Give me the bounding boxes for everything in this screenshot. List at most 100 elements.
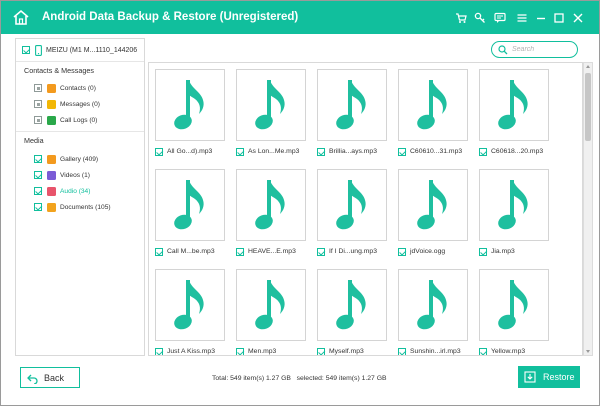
call-logs-icon — [47, 115, 56, 125]
file-thumbnail[interactable] — [398, 269, 468, 341]
restore-label: Restore — [543, 372, 575, 382]
music-note-icon — [336, 80, 366, 130]
file-thumbnail[interactable] — [479, 269, 549, 341]
file-tile[interactable]: All Go...d).mp3 — [155, 69, 225, 159]
file-thumbnail[interactable] — [317, 169, 387, 241]
vertical-scrollbar[interactable] — [583, 62, 593, 356]
file-label-row: Call M...be.mp3 — [155, 246, 245, 257]
music-note-icon — [174, 80, 204, 130]
device-checkbox[interactable] — [22, 46, 30, 54]
audio-icon — [47, 186, 56, 196]
file-checkbox[interactable] — [155, 247, 163, 256]
file-name: Sunshin...irl.mp3 — [410, 348, 461, 355]
scroll-up-arrow[interactable] — [586, 65, 590, 68]
cart-icon[interactable] — [455, 12, 467, 24]
back-label: Back — [44, 373, 65, 383]
file-thumbnail[interactable] — [155, 69, 225, 141]
key-icon[interactable] — [474, 12, 486, 24]
videos-checkbox[interactable] — [34, 171, 42, 179]
music-note-icon — [336, 180, 366, 230]
restore-button[interactable]: Restore — [518, 366, 580, 388]
file-tile[interactable]: Yellow.mp3 — [479, 269, 549, 355]
back-button[interactable]: Back — [20, 367, 80, 388]
file-checkbox[interactable] — [479, 147, 487, 156]
sidebar-item-audio[interactable]: Audio (34) — [34, 185, 90, 197]
sidebar-item-videos[interactable]: Videos (1) — [34, 169, 90, 181]
file-name: Yellow.mp3 — [491, 348, 526, 355]
file-tile[interactable]: Men.mp3 — [236, 269, 306, 355]
file-thumbnail[interactable] — [236, 169, 306, 241]
file-thumbnail[interactable] — [236, 269, 306, 341]
home-icon[interactable] — [12, 9, 30, 26]
file-tile[interactable]: Myself.mp3 — [317, 269, 387, 355]
file-checkbox[interactable] — [155, 347, 163, 355]
file-tile[interactable]: jdVoice.ogg — [398, 169, 468, 259]
call-logs-checkbox[interactable] — [34, 116, 42, 124]
file-thumbnail[interactable] — [479, 169, 549, 241]
file-tile[interactable]: Call M...be.mp3 — [155, 169, 225, 259]
file-tile[interactable]: As Lon...Me.mp3 — [236, 69, 306, 159]
sidebar-item-label: Documents (105) — [60, 203, 111, 211]
file-checkbox[interactable] — [155, 147, 163, 156]
file-tile[interactable]: Jia.mp3 — [479, 169, 549, 259]
file-thumbnail[interactable] — [479, 69, 549, 141]
file-checkbox[interactable] — [479, 247, 487, 256]
minimize-icon[interactable] — [535, 12, 547, 24]
file-tile[interactable]: C60618...20.mp3 — [479, 69, 549, 159]
scroll-down-arrow[interactable] — [586, 350, 590, 353]
file-checkbox[interactable] — [398, 347, 406, 355]
file-tile[interactable]: If I Di...ung.mp3 — [317, 169, 387, 259]
search-box[interactable] — [491, 41, 578, 58]
scroll-thumb[interactable] — [585, 73, 591, 141]
file-name: jdVoice.ogg — [410, 248, 446, 255]
file-thumbnail[interactable] — [155, 269, 225, 341]
file-thumbnail[interactable] — [398, 69, 468, 141]
menu-icon[interactable] — [516, 12, 528, 24]
file-checkbox[interactable] — [398, 247, 406, 256]
audio-checkbox[interactable] — [34, 187, 42, 195]
file-checkbox[interactable] — [479, 347, 487, 355]
videos-icon — [47, 170, 56, 180]
file-checkbox[interactable] — [317, 147, 325, 156]
sidebar-item-contacts[interactable]: Contacts (0) — [34, 82, 96, 94]
sidebar-item-label: Contacts (0) — [60, 84, 96, 92]
file-checkbox[interactable] — [236, 147, 244, 156]
search-input[interactable] — [512, 44, 574, 55]
contacts-checkbox[interactable] — [34, 84, 42, 92]
file-checkbox[interactable] — [398, 147, 406, 156]
file-checkbox[interactable] — [236, 347, 244, 355]
feedback-icon[interactable] — [494, 12, 506, 24]
file-thumbnail[interactable] — [155, 169, 225, 241]
device-selector[interactable]: MEIZU (M1 M...1110_144206 — [22, 44, 137, 56]
sidebar-item-gallery[interactable]: Gallery (409) — [34, 153, 98, 165]
file-tile[interactable]: C60610...31.mp3 — [398, 69, 468, 159]
sidebar-item-documents[interactable]: Documents (105) — [34, 201, 111, 213]
music-note-icon — [255, 280, 285, 330]
restore-icon — [524, 371, 536, 383]
file-tile[interactable]: Brillia...ays.mp3 — [317, 69, 387, 159]
sidebar-item-call-logs[interactable]: Call Logs (0) — [34, 114, 97, 126]
file-tile[interactable]: HEAVE...E.mp3 — [236, 169, 306, 259]
maximize-icon[interactable] — [553, 12, 565, 24]
file-checkbox[interactable] — [236, 247, 244, 256]
file-tile[interactable]: Sunshin...irl.mp3 — [398, 269, 468, 355]
file-tile[interactable]: Just A Kiss.mp3 — [155, 269, 225, 355]
phone-icon — [35, 44, 42, 56]
close-icon[interactable] — [572, 12, 584, 24]
file-checkbox[interactable] — [317, 247, 325, 256]
sidebar-item-messages[interactable]: Messages (0) — [34, 98, 100, 110]
sidebar-item-label: Gallery (409) — [60, 155, 99, 163]
file-label-row: All Go...d).mp3 — [155, 146, 245, 157]
file-name: Men.mp3 — [248, 348, 277, 355]
file-checkbox[interactable] — [317, 347, 325, 355]
file-thumbnail[interactable] — [398, 169, 468, 241]
documents-checkbox[interactable] — [34, 203, 42, 211]
file-name: Call M...be.mp3 — [167, 248, 215, 255]
file-thumbnail[interactable] — [317, 269, 387, 341]
file-thumbnail[interactable] — [236, 69, 306, 141]
gallery-checkbox[interactable] — [34, 155, 42, 163]
messages-checkbox[interactable] — [34, 100, 42, 108]
file-name: All Go...d).mp3 — [167, 148, 213, 155]
search-icon — [498, 45, 508, 55]
file-thumbnail[interactable] — [317, 69, 387, 141]
